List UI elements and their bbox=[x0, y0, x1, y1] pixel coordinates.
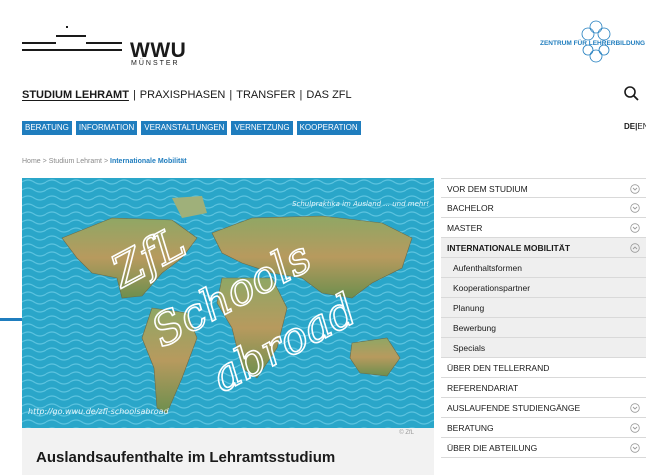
chevron-up-icon[interactable] bbox=[630, 243, 640, 253]
chevron-down-icon[interactable] bbox=[630, 423, 640, 433]
sidebar-item-label: ÜBER DEN TELLERRAND bbox=[447, 363, 550, 373]
sidebar-item[interactable]: REFERENDARIAT bbox=[441, 378, 646, 398]
language-switcher: DE|EN bbox=[624, 122, 646, 131]
sidebar-item-label: Bewerbung bbox=[453, 323, 497, 333]
zfl-text: ZENTRUM FÜR LEHRERBILDUNG bbox=[540, 40, 646, 47]
sidebar-item-label: MASTER bbox=[447, 223, 483, 233]
chevron-down-icon[interactable] bbox=[630, 203, 640, 213]
chevron-down-icon[interactable] bbox=[630, 184, 640, 194]
chevron-down-icon[interactable] bbox=[630, 403, 640, 413]
sidebar-item-label: VOR DEM STUDIUM bbox=[447, 184, 528, 194]
sidebar-item[interactable]: MASTER bbox=[441, 218, 646, 238]
nav-praxisphasen[interactable]: PRAXISPHASEN bbox=[136, 89, 230, 101]
subnav-kooperation[interactable]: KOOPERATION bbox=[296, 121, 361, 135]
nav-das-zfl[interactable]: DAS ZFL bbox=[302, 89, 355, 101]
sidebar-item[interactable]: AUSLAUFENDE STUDIENGÄNGE bbox=[441, 398, 646, 418]
lang-en[interactable]: EN bbox=[637, 122, 646, 131]
subnav-beratung[interactable]: BERATUNG bbox=[22, 121, 72, 135]
chevron-down-icon[interactable] bbox=[630, 223, 640, 233]
sidebar-item-label: Aufenthaltsformen bbox=[453, 263, 522, 273]
sidebar-item[interactable]: Bewerbung bbox=[441, 318, 646, 338]
subnav-veranstaltungen[interactable]: VERANSTALTUNGEN bbox=[141, 121, 228, 135]
sidebar-item[interactable]: ÜBER DEN TELLERRAND bbox=[441, 358, 646, 378]
breadcrumb-studium[interactable]: Studium Lehramt bbox=[49, 158, 102, 165]
sidebar-item-label: BACHELOR bbox=[447, 203, 494, 213]
sidebar-item-label: REFERENDARIAT bbox=[447, 383, 519, 393]
sidebar-item[interactable]: VOR DEM STUDIUM bbox=[441, 178, 646, 198]
sidebar-item-label: INTERNATIONALE MOBILITÄT bbox=[447, 243, 571, 253]
lang-de[interactable]: DE bbox=[624, 122, 635, 131]
chevron-down-icon[interactable] bbox=[630, 443, 640, 453]
subnav-vernetzung[interactable]: VERNETZUNG bbox=[231, 121, 293, 135]
sidebar-nav: VOR DEM STUDIUM BACHELOR MASTER INTERNATION… bbox=[441, 178, 646, 458]
page: WWU MÜNSTER ZENTRUM FÜR LEHRERBILDUNG ST… bbox=[0, 0, 646, 475]
hero-tagline: Schulpraktika im Ausland ... und mehr! bbox=[292, 200, 429, 208]
sidebar-item-label: BERATUNG bbox=[447, 423, 494, 433]
sidebar-item-label: Planung bbox=[453, 303, 485, 313]
content-title-box: © ZfL Auslandsaufenthalte im Lehramtsstu… bbox=[22, 428, 434, 475]
sidebar-item-label: AUSLAUFENDE STUDIENGÄNGE bbox=[447, 403, 581, 413]
breadcrumb-separator: > bbox=[42, 158, 47, 165]
nav-transfer[interactable]: TRANSFER bbox=[232, 89, 299, 101]
image-credit: © ZfL bbox=[399, 430, 414, 436]
sidebar-item[interactable]: Aufenthaltsformen bbox=[441, 258, 646, 278]
subnav-information[interactable]: INFORMATION bbox=[75, 121, 138, 135]
hero-url: http://go.wwu.de/zfl-schoolsabroad bbox=[28, 407, 170, 416]
breadcrumb-separator: > bbox=[103, 158, 109, 165]
decorative-line bbox=[0, 318, 22, 321]
page-title: Auslandsaufenthalte im Lehramtsstudium bbox=[36, 449, 336, 466]
sub-nav: BERATUNG INFORMATION VERANSTALTUNGEN VER… bbox=[22, 121, 361, 135]
sidebar-item[interactable]: ÜBER DIE ABTEILUNG bbox=[441, 438, 646, 458]
sidebar-item[interactable]: Kooperationspartner bbox=[441, 278, 646, 298]
breadcrumb-current: Internationale Mobilität bbox=[110, 158, 187, 165]
breadcrumb-home[interactable]: Home bbox=[22, 158, 41, 165]
sidebar-item-label: Kooperationspartner bbox=[453, 283, 531, 293]
zfl-logo[interactable]: ZENTRUM FÜR LEHRERBILDUNG bbox=[540, 18, 646, 68]
sidebar-item[interactable]: BERATUNG bbox=[441, 418, 646, 438]
sidebar-item-label: Specials bbox=[453, 343, 486, 353]
logo-subtitle: MÜNSTER bbox=[131, 60, 180, 67]
sidebar-item[interactable]: INTERNATIONALE MOBILITÄT bbox=[441, 238, 646, 258]
sidebar-item-label: ÜBER DIE ABTEILUNG bbox=[447, 443, 538, 453]
nav-studium-lehramt[interactable]: STUDIUM LEHRAMT bbox=[22, 89, 133, 101]
sidebar-item[interactable]: BACHELOR bbox=[441, 198, 646, 218]
hero-image: ZfL Schools abroad Schulpraktika im Ausl… bbox=[22, 178, 434, 428]
wwu-logo[interactable]: WWU MÜNSTER bbox=[22, 22, 186, 67]
sidebar-item[interactable]: Planung bbox=[441, 298, 646, 318]
breadcrumb: Home > Studium Lehramt > Internationale … bbox=[22, 158, 187, 165]
main-nav: STUDIUM LEHRAMT | PRAXISPHASEN | TRANSFE… bbox=[22, 89, 356, 101]
sidebar-item[interactable]: Specials bbox=[441, 338, 646, 358]
search-icon[interactable] bbox=[623, 85, 641, 103]
